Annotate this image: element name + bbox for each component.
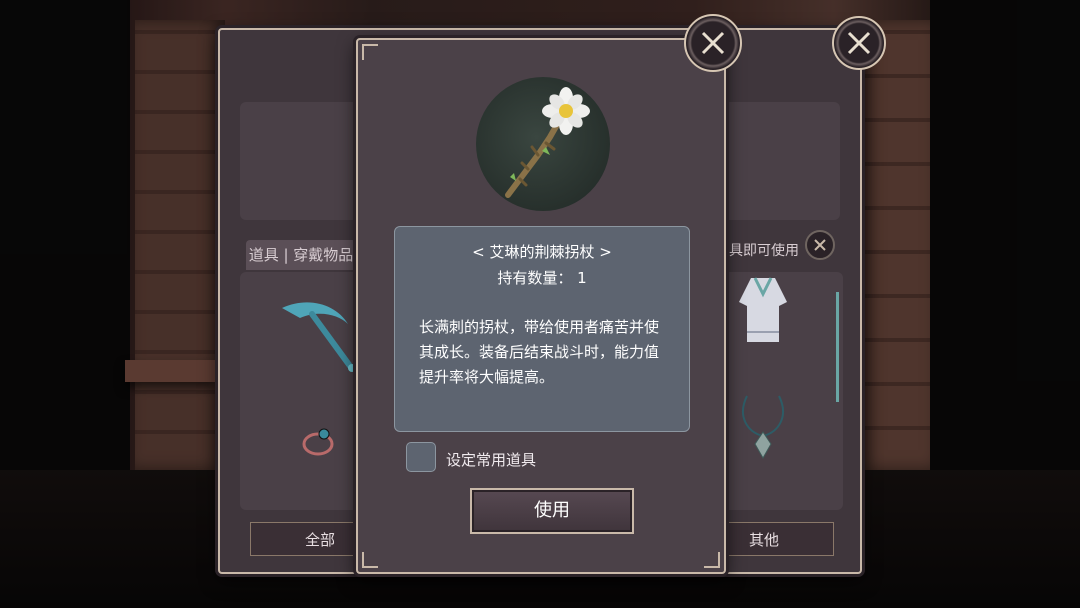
inventory-grid-left bbox=[240, 272, 370, 510]
close-icon bbox=[701, 31, 725, 55]
item-portrait bbox=[476, 77, 610, 211]
use-button[interactable]: 使用 bbox=[470, 488, 634, 534]
frame-corner bbox=[362, 44, 378, 60]
item-count: 持有数量： 1 bbox=[395, 267, 689, 288]
filter-tab-items[interactable]: 道具 | 穿戴物品 bbox=[246, 240, 356, 270]
favorite-checkbox-label: 设定常用道具 bbox=[446, 451, 537, 469]
item-info-box: < 艾琳的荆棘拐杖 > 持有数量： 1 长满刺的拐杖，带给使用者痛苦并使其成长。… bbox=[394, 226, 690, 432]
storage-close-button[interactable] bbox=[832, 16, 886, 70]
count-label: 持有数量： bbox=[497, 269, 573, 287]
scythe-icon[interactable] bbox=[278, 294, 358, 374]
frame-corner bbox=[704, 552, 720, 568]
ring-icon[interactable] bbox=[298, 420, 338, 460]
detail-close-button[interactable] bbox=[684, 14, 742, 72]
item-detail-dialog: < 艾琳的荆棘拐杖 > 持有数量： 1 长满刺的拐杖，带给使用者痛苦并使其成长。… bbox=[356, 38, 726, 574]
robe-icon[interactable] bbox=[733, 272, 793, 350]
filter-clear-button[interactable] bbox=[805, 230, 835, 260]
close-icon bbox=[847, 31, 871, 55]
amulet-icon[interactable] bbox=[737, 392, 789, 462]
frame-corner bbox=[362, 552, 378, 568]
inventory-grid-right bbox=[717, 272, 843, 510]
inventory-scrollbar[interactable] bbox=[836, 292, 839, 402]
thorn-staff-icon bbox=[505, 87, 590, 198]
item-description: 长满刺的拐杖，带给使用者痛苦并使其成长。装备后结束战斗时，能力值提升率将大幅提高… bbox=[419, 318, 660, 386]
count-value: 1 bbox=[577, 269, 587, 287]
favorite-checkbox[interactable] bbox=[406, 442, 436, 472]
close-icon bbox=[814, 239, 826, 251]
item-name: < 艾琳的荆棘拐杖 > bbox=[472, 243, 612, 261]
